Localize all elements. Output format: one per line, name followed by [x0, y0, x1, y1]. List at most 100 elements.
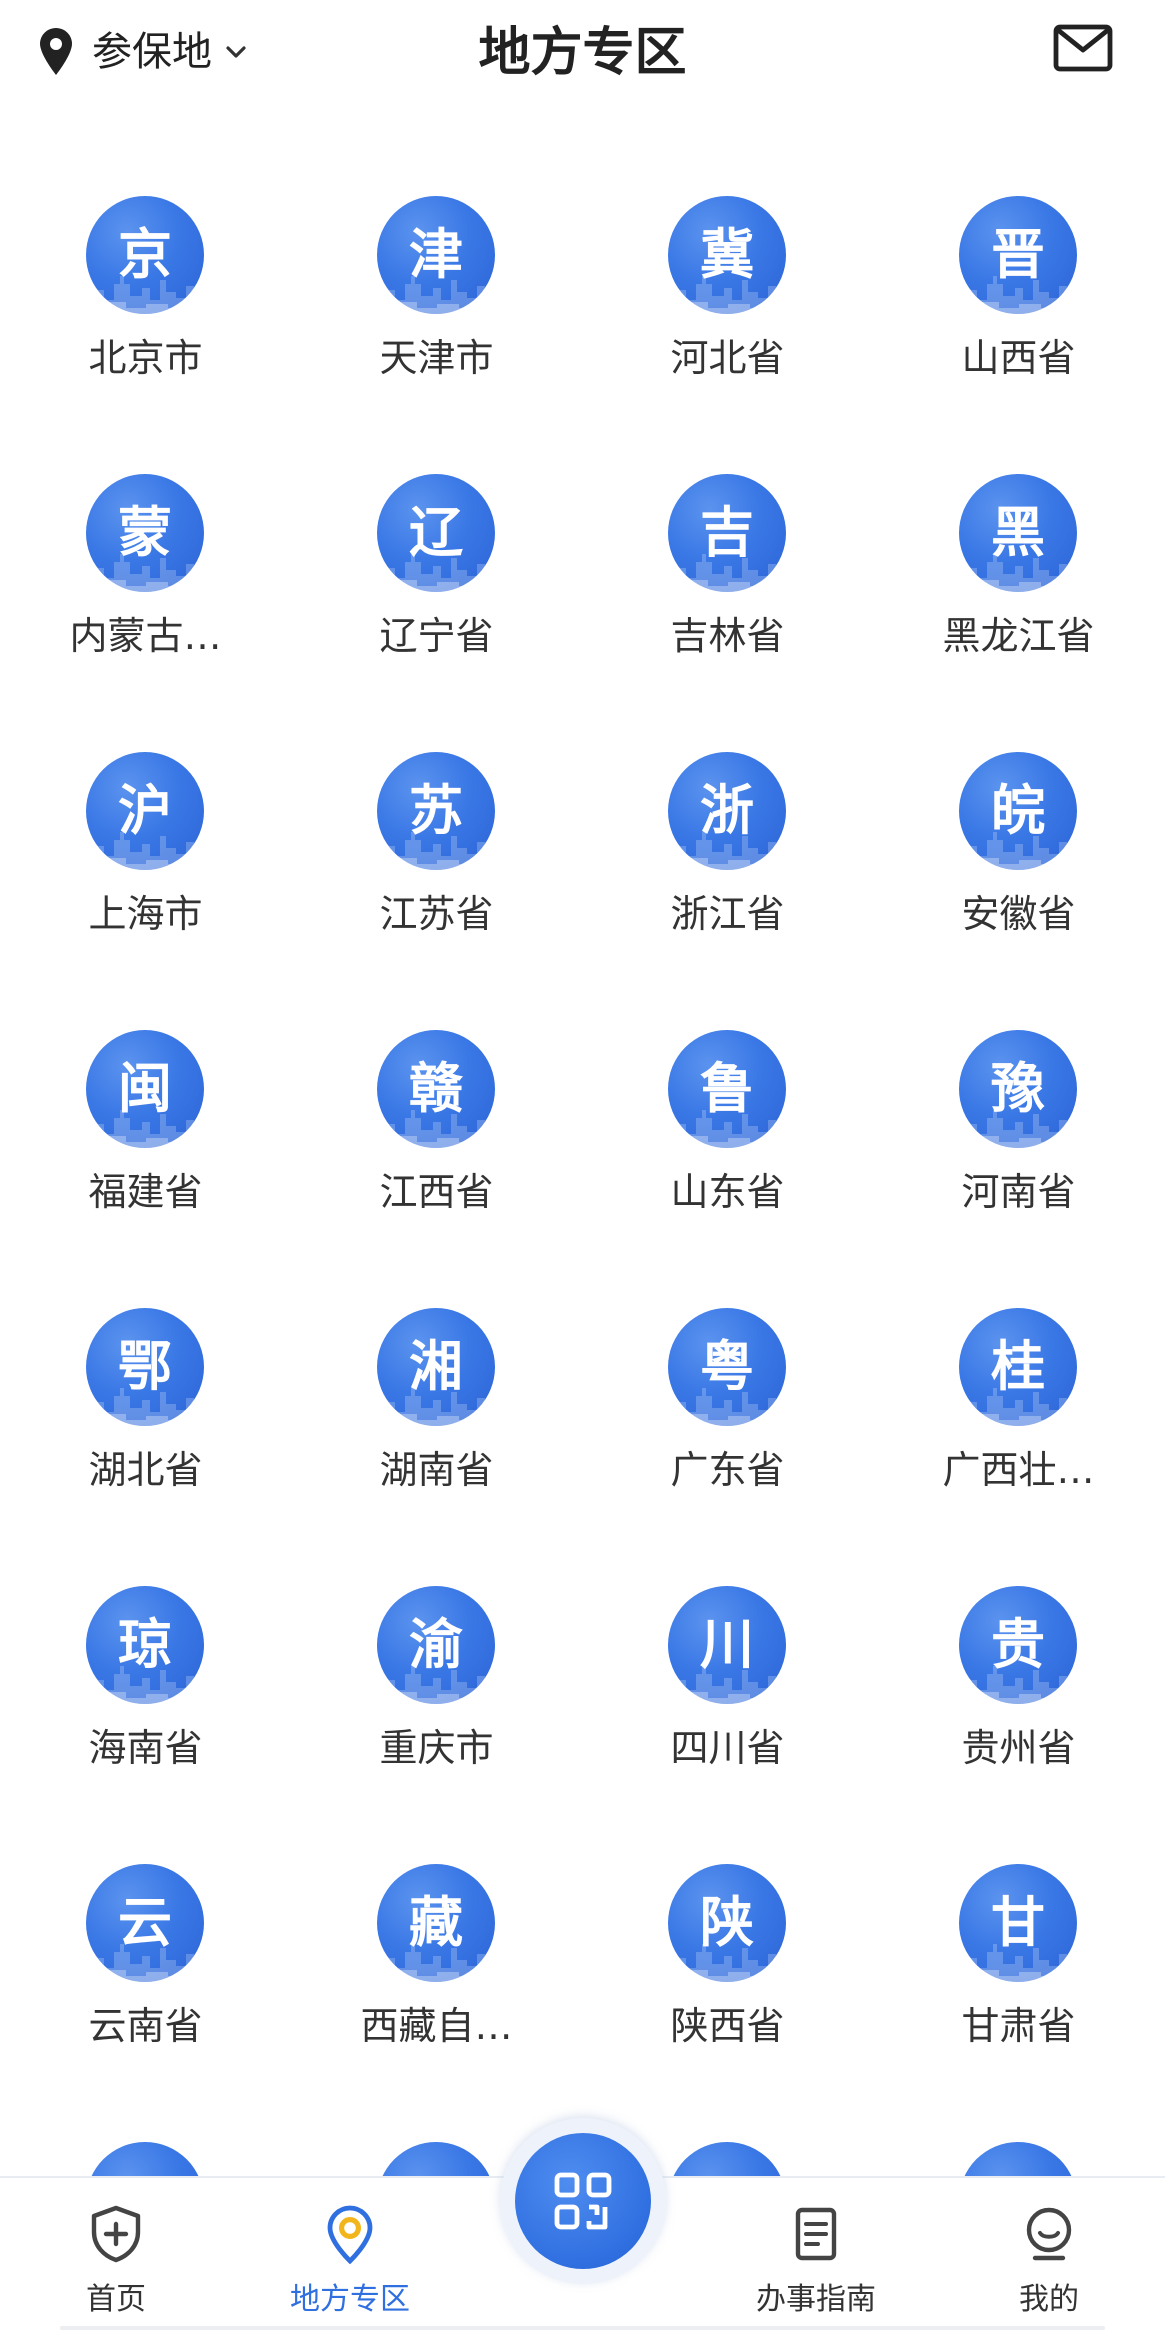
region-item[interactable]: 桂广西壮… — [873, 1272, 1164, 1550]
region-item[interactable]: 浙浙江省 — [582, 716, 873, 994]
region-item[interactable]: 闽福建省 — [0, 994, 291, 1272]
chevron-down-icon — [226, 46, 246, 58]
region-badge-glyph: 鲁 — [700, 1057, 754, 1120]
region-name: 天津市 — [379, 336, 494, 380]
region-item[interactable]: 辽辽宁省 — [291, 438, 582, 716]
region-badge-icon: 甘 — [959, 1864, 1077, 1982]
region-item[interactable]: 黑黑龙江省 — [873, 438, 1164, 716]
qr-scan-button[interactable] — [515, 2133, 651, 2269]
region-name: 甘肃省 — [961, 2004, 1076, 2048]
mail-icon[interactable] — [1053, 24, 1113, 72]
region-badge-glyph: 京 — [118, 223, 172, 286]
tab-home[interactable]: 首页 — [36, 2178, 196, 2346]
region-item[interactable]: 沪上海市 — [0, 716, 291, 994]
region-item[interactable]: 蒙内蒙古… — [0, 438, 291, 716]
region-name: 广东省 — [670, 1448, 785, 1492]
region-name: 贵州省 — [961, 1726, 1076, 1770]
region-item[interactable]: 云云南省 — [0, 1828, 291, 2106]
tab-guide[interactable]: 办事指南 — [736, 2178, 896, 2346]
region-badge-icon: 云 — [86, 1864, 204, 1982]
region-badge-icon: 京 — [86, 196, 204, 314]
region-badge-glyph: 浙 — [700, 779, 754, 842]
region-badge-glyph: 藏 — [409, 1891, 463, 1954]
region-badge-glyph: 黑 — [991, 501, 1045, 564]
region-name: 海南省 — [88, 1726, 203, 1770]
region-badge-glyph: 津 — [409, 223, 463, 286]
region-item[interactable]: 冀河北省 — [582, 160, 873, 438]
region-badge-glyph: 渝 — [409, 1613, 463, 1676]
page-title: 地方专区 — [478, 23, 687, 83]
tab-guide-label: 办事指南 — [756, 2282, 876, 2317]
region-badge-icon: 沪 — [86, 752, 204, 870]
region-name: 江西省 — [379, 1170, 494, 1214]
region-name: 北京市 — [88, 336, 203, 380]
region-name: 山西省 — [961, 336, 1076, 380]
region-badge-glyph: 桂 — [991, 1335, 1045, 1398]
tab-home-label: 首页 — [86, 2282, 146, 2317]
region-badge-icon: 辽 — [377, 474, 495, 592]
region-badge-icon: 贵 — [959, 1586, 1077, 1704]
region-badge-glyph: 冀 — [700, 223, 754, 286]
region-name: 浙江省 — [670, 892, 785, 936]
region-badge-icon: 渝 — [377, 1586, 495, 1704]
region-item[interactable]: 渝重庆市 — [291, 1550, 582, 1828]
region-item[interactable]: 藏西藏自… — [291, 1828, 582, 2106]
region-item[interactable]: 川四川省 — [582, 1550, 873, 1828]
region-name: 河南省 — [961, 1170, 1076, 1214]
region-badge-glyph: 闽 — [118, 1057, 172, 1120]
region-item[interactable]: 赣江西省 — [291, 994, 582, 1272]
region-name: 辽宁省 — [379, 614, 494, 658]
region-name: 湖南省 — [379, 1448, 494, 1492]
region-badge-glyph: 贵 — [991, 1613, 1045, 1676]
qr-button-ring — [500, 2118, 666, 2284]
region-item[interactable]: 晋山西省 — [873, 160, 1164, 438]
region-item[interactable]: 豫河南省 — [873, 994, 1164, 1272]
region-badge-icon: 湘 — [377, 1308, 495, 1426]
region-badge-glyph: 沪 — [118, 779, 172, 842]
region-item[interactable]: 吉吉林省 — [582, 438, 873, 716]
region-item[interactable]: 贵贵州省 — [873, 1550, 1164, 1828]
tab-regional[interactable]: 地方专区 — [270, 2178, 430, 2346]
tab-mine[interactable]: 我的 — [969, 2178, 1129, 2346]
region-item[interactable]: 陕陕西省 — [582, 1828, 873, 2106]
region-item[interactable]: 津天津市 — [291, 160, 582, 438]
region-name: 山东省 — [670, 1170, 785, 1214]
region-badge-glyph: 苏 — [409, 779, 463, 842]
region-item[interactable]: 粤广东省 — [582, 1272, 873, 1550]
region-item[interactable]: 琼海南省 — [0, 1550, 291, 1828]
region-badge-icon: 闽 — [86, 1030, 204, 1148]
region-badge-glyph: 豫 — [991, 1057, 1045, 1120]
top-bar: 参保地 地方专区 — [0, 0, 1165, 110]
region-name: 内蒙古… — [69, 614, 222, 658]
tab-mine-label: 我的 — [1019, 2282, 1079, 2317]
region-item[interactable]: 皖安徽省 — [873, 716, 1164, 994]
region-badge-glyph: 湘 — [409, 1335, 463, 1398]
shield-plus-icon — [91, 2205, 141, 2263]
region-badge-icon: 粤 — [668, 1308, 786, 1426]
region-item[interactable]: 甘甘肃省 — [873, 1828, 1164, 2106]
region-name: 云南省 — [88, 2004, 203, 2048]
location-selector[interactable]: 参保地 — [36, 22, 248, 82]
region-badge-glyph: 蒙 — [118, 501, 172, 564]
location-label: 参保地 — [92, 29, 212, 75]
region-name: 安徽省 — [961, 892, 1076, 936]
region-name: 重庆市 — [379, 1726, 494, 1770]
region-badge-icon: 苏 — [377, 752, 495, 870]
region-badge-glyph: 赣 — [409, 1057, 463, 1120]
region-badge-icon: 豫 — [959, 1030, 1077, 1148]
region-name: 陕西省 — [670, 2004, 785, 2048]
region-badge-icon: 皖 — [959, 752, 1077, 870]
region-item[interactable]: 鲁山东省 — [582, 994, 873, 1272]
region-badge-icon: 桂 — [959, 1308, 1077, 1426]
document-icon — [795, 2207, 837, 2261]
region-name: 福建省 — [88, 1170, 203, 1214]
region-item[interactable]: 鄂湖北省 — [0, 1272, 291, 1550]
region-badge-glyph: 川 — [700, 1613, 754, 1676]
region-item[interactable]: 湘湖南省 — [291, 1272, 582, 1550]
region-badge-icon: 津 — [377, 196, 495, 314]
region-name: 四川省 — [670, 1726, 785, 1770]
region-badge-glyph: 皖 — [991, 779, 1045, 842]
region-item[interactable]: 苏江苏省 — [291, 716, 582, 994]
location-pin-icon — [327, 2205, 373, 2265]
region-item[interactable]: 京北京市 — [0, 160, 291, 438]
